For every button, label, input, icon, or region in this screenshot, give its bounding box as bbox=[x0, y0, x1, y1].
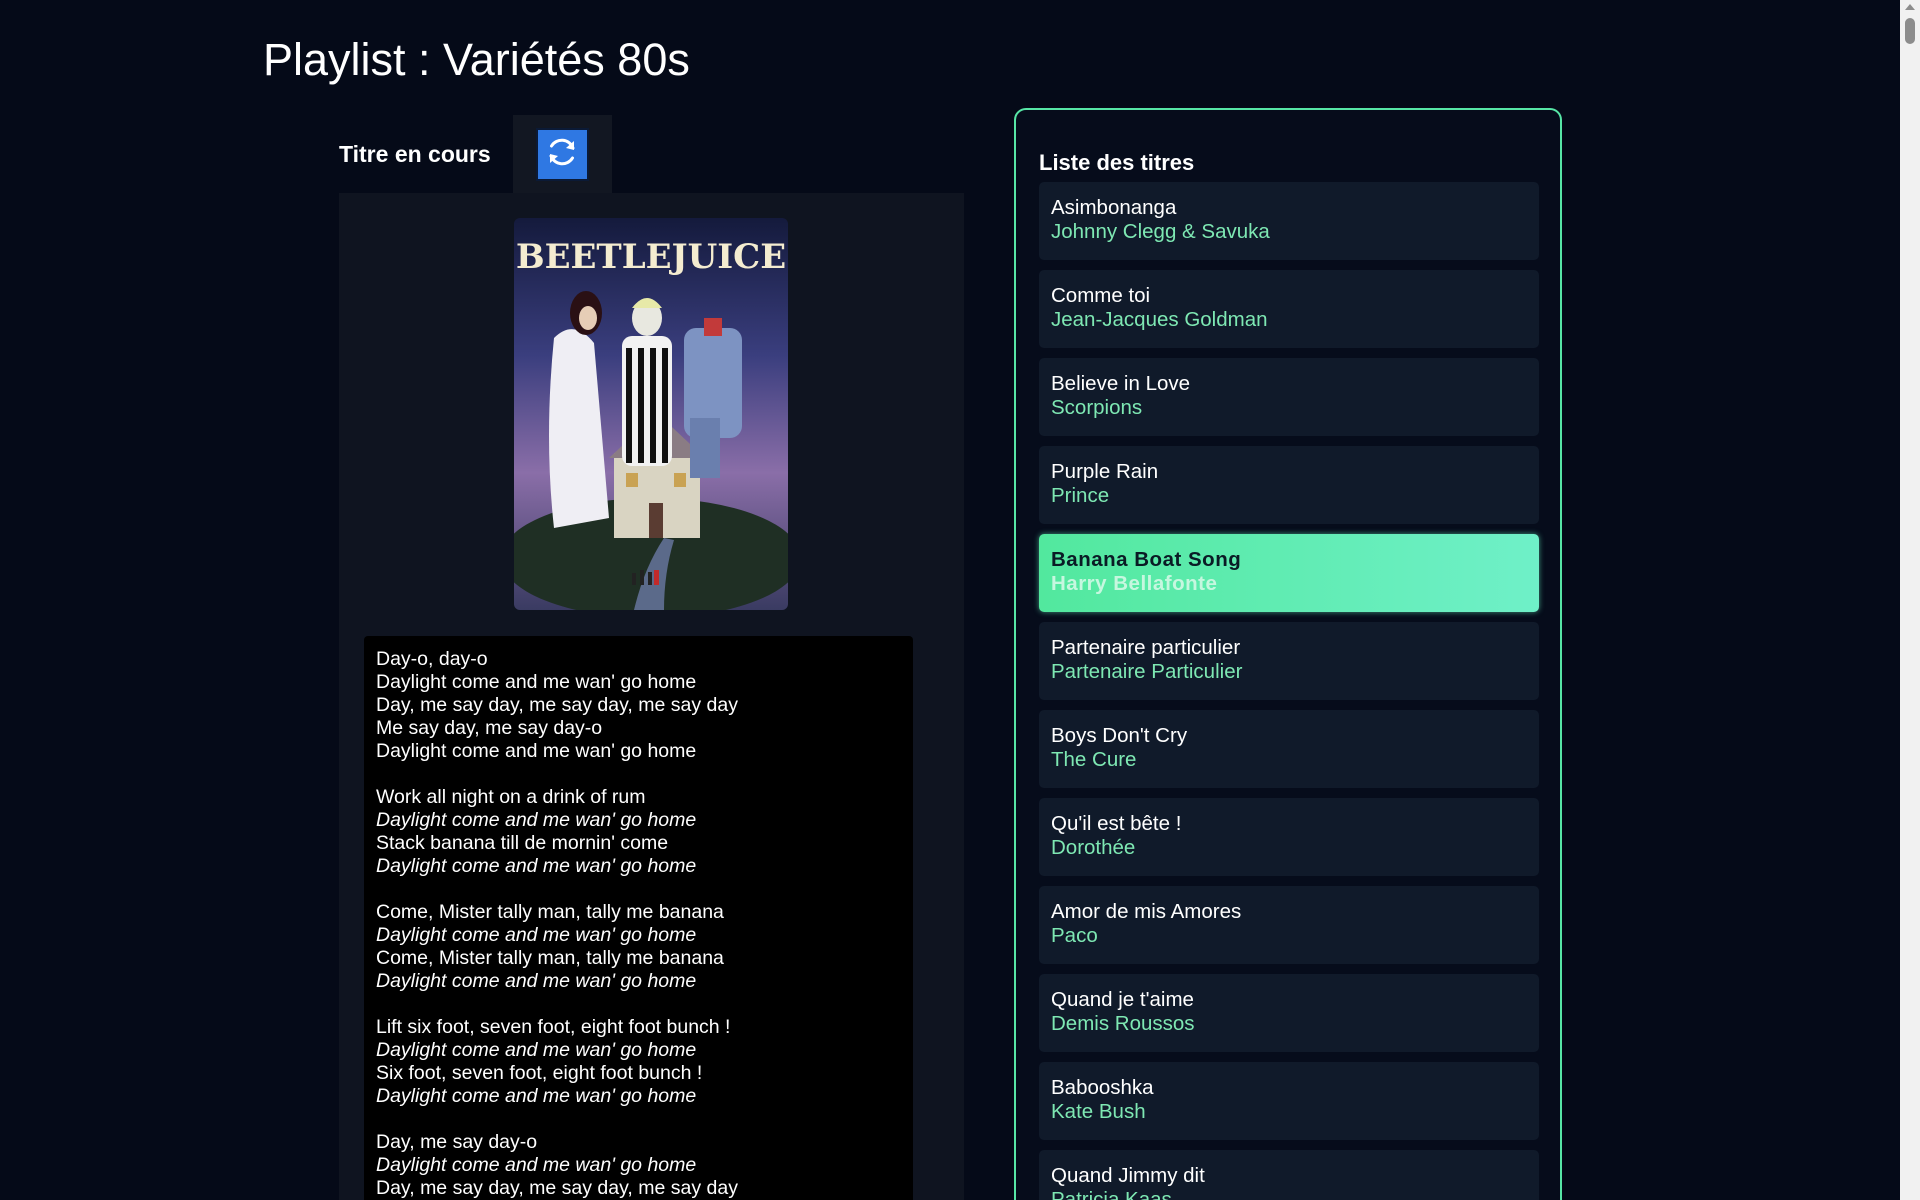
track-title: Babooshka bbox=[1051, 1076, 1154, 1099]
lyric-line: Stack banana till de mornin' come bbox=[376, 832, 669, 854]
track-item[interactable]: Asimbonanga Johnny Clegg & Savuka bbox=[1039, 182, 1539, 260]
track-artist: Johnny Clegg & Savuka bbox=[1051, 220, 1270, 243]
track-title: Asimbonanga bbox=[1051, 196, 1177, 219]
lyric-line: Come, Mister tally man, tally me banana bbox=[376, 947, 724, 969]
album-cover-image: BEETLEJUICE bbox=[514, 218, 788, 610]
lyric-line: Work all night on a drink of rum bbox=[376, 786, 646, 808]
track-artist: Partenaire Particulier bbox=[1051, 660, 1243, 683]
page: Playlist : Variétés 80s Titre en cours B… bbox=[0, 0, 1920, 1200]
track-item[interactable]: Quand je t'aime Demis Roussos bbox=[1039, 974, 1539, 1052]
refresh-container bbox=[512, 115, 612, 193]
track-item[interactable]: Amor de mis Amores Paco bbox=[1039, 886, 1539, 964]
track-title: Believe in Love bbox=[1051, 372, 1191, 395]
lyrics-box: Day-o, day-o Daylight come and me wan' go… bbox=[364, 636, 913, 1200]
track-title: Quand Jimmy dit bbox=[1051, 1164, 1205, 1187]
track-artist: Prince bbox=[1051, 484, 1110, 507]
lyric-line-chorus: Daylight come and me wan' go home bbox=[376, 855, 697, 877]
track-title: Comme toi bbox=[1051, 284, 1151, 307]
track-title: Banana Boat Song bbox=[1051, 548, 1242, 571]
lyric-line: Lift six foot, seven foot, eight foot bu… bbox=[376, 1016, 731, 1038]
lyric-line-chorus: Daylight come and me wan' go home bbox=[376, 1085, 697, 1107]
track-title: Boys Don't Cry bbox=[1051, 724, 1188, 747]
page-title: Playlist : Variétés 80s bbox=[263, 34, 690, 85]
playlist-panel: Liste des titres Asimbonanga Johnny Clegg… bbox=[1014, 108, 1562, 1200]
poster-title-lettering: BEETLEJUICE bbox=[516, 237, 786, 277]
scroll-up-arrow-icon[interactable] bbox=[1905, 4, 1915, 10]
track-artist: Harry Bellafonte bbox=[1051, 572, 1218, 595]
refresh-icon bbox=[543, 133, 581, 176]
lyric-line-chorus: Daylight come and me wan' go home bbox=[376, 924, 697, 946]
track-artist: Scorpions bbox=[1051, 396, 1143, 419]
track-artist: The Cure bbox=[1051, 748, 1137, 771]
track-item[interactable]: Babooshka Kate Bush bbox=[1039, 1062, 1539, 1140]
track-item-active[interactable]: Banana Boat Song Harry Bellafonte bbox=[1039, 534, 1539, 612]
track-item[interactable]: Comme toi Jean-Jacques Goldman bbox=[1039, 270, 1539, 348]
lyric-gap bbox=[376, 763, 901, 786]
track-title: Partenaire particulier bbox=[1051, 636, 1241, 659]
lyric-line-chorus: Daylight come and me wan' go home bbox=[376, 809, 697, 831]
lyric-line-chorus: Daylight come and me wan' go home bbox=[376, 1039, 697, 1061]
track-item[interactable]: Partenaire particulier Partenaire Particu… bbox=[1039, 622, 1539, 700]
scroll-thumb[interactable] bbox=[1905, 18, 1915, 44]
track-item[interactable]: Boys Don't Cry The Cure bbox=[1039, 710, 1539, 788]
lyric-line: Me say day, me say day-o bbox=[376, 717, 603, 739]
lyric-line-chorus: Daylight come and me wan' go home bbox=[376, 970, 697, 992]
track-artist: Dorothée bbox=[1051, 836, 1136, 859]
track-artist: Kate Bush bbox=[1051, 1100, 1146, 1123]
track-artist: Paco bbox=[1051, 924, 1098, 947]
lyric-gap bbox=[376, 993, 901, 1016]
track-artist: Demis Roussos bbox=[1051, 1012, 1195, 1035]
lyric-line: Day-o, day-o bbox=[376, 648, 488, 670]
now-playing-header: Titre en cours bbox=[339, 115, 612, 193]
lyric-line: Daylight come and me wan' go home bbox=[376, 740, 697, 762]
lyric-line: Daylight come and me wan' go home bbox=[376, 671, 697, 693]
track-title: Qu'il est bête ! bbox=[1051, 812, 1182, 835]
track-artist: Patricia Kaas bbox=[1051, 1188, 1172, 1200]
lyric-line: Day, me say day, me say day, me say day bbox=[376, 1177, 738, 1199]
track-item[interactable]: Qu'il est bête ! Dorothée bbox=[1039, 798, 1539, 876]
track-title: Amor de mis Amores bbox=[1051, 900, 1242, 923]
lyric-gap bbox=[376, 1108, 901, 1131]
lyric-gap bbox=[376, 878, 901, 901]
lyric-line: Come, Mister tally man, tally me banana bbox=[376, 901, 724, 923]
now-playing-panel: BEETLEJUICE Day-o, day-o Daylight come a… bbox=[339, 193, 964, 1200]
lyric-line: Day, me say day, me say day, me say day bbox=[376, 694, 738, 716]
track-item[interactable]: Quand Jimmy dit Patricia Kaas bbox=[1039, 1150, 1539, 1200]
track-list: Asimbonanga Johnny Clegg & Savuka Comme to… bbox=[1039, 182, 1539, 1200]
lyric-line-chorus: Daylight come and me wan' go home bbox=[376, 1154, 697, 1176]
track-item[interactable]: Believe in Love Scorpions bbox=[1039, 358, 1539, 436]
lyric-line: Day, me say day-o bbox=[376, 1131, 538, 1153]
page-scrollbar[interactable] bbox=[1900, 0, 1920, 1200]
refresh-button[interactable] bbox=[535, 127, 589, 181]
track-item[interactable]: Purple Rain Prince bbox=[1039, 446, 1539, 524]
track-artist: Jean-Jacques Goldman bbox=[1051, 308, 1268, 331]
lyric-line: Six foot, seven foot, eight foot bunch ! bbox=[376, 1062, 703, 1084]
now-playing-label: Titre en cours bbox=[339, 140, 491, 167]
playlist-title: Liste des titres bbox=[1039, 150, 1195, 175]
track-title: Quand je t'aime bbox=[1051, 988, 1194, 1011]
track-title: Purple Rain bbox=[1051, 460, 1159, 483]
